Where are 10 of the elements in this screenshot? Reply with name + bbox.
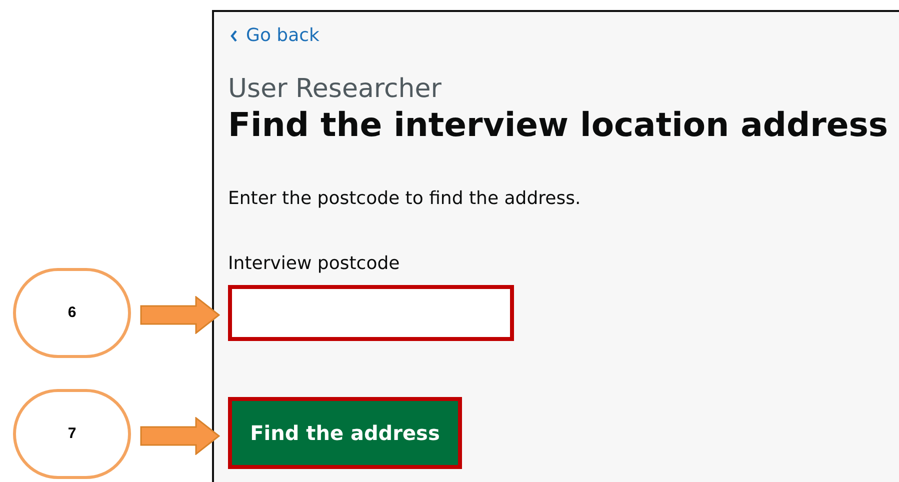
find-address-button[interactable]: Find the address [228, 397, 462, 469]
postcode-field[interactable] [228, 285, 514, 341]
arrow-icon [140, 296, 220, 334]
chevron-left-icon [230, 30, 238, 42]
page-heading: Find the interview location address [228, 105, 888, 145]
back-link[interactable]: Go back [230, 22, 320, 49]
arrow-icon [140, 417, 220, 455]
hint-text: Enter the postcode to find the address. [228, 187, 581, 211]
page-caption: User Researcher [228, 73, 442, 105]
field-label: Interview postcode [228, 252, 400, 276]
